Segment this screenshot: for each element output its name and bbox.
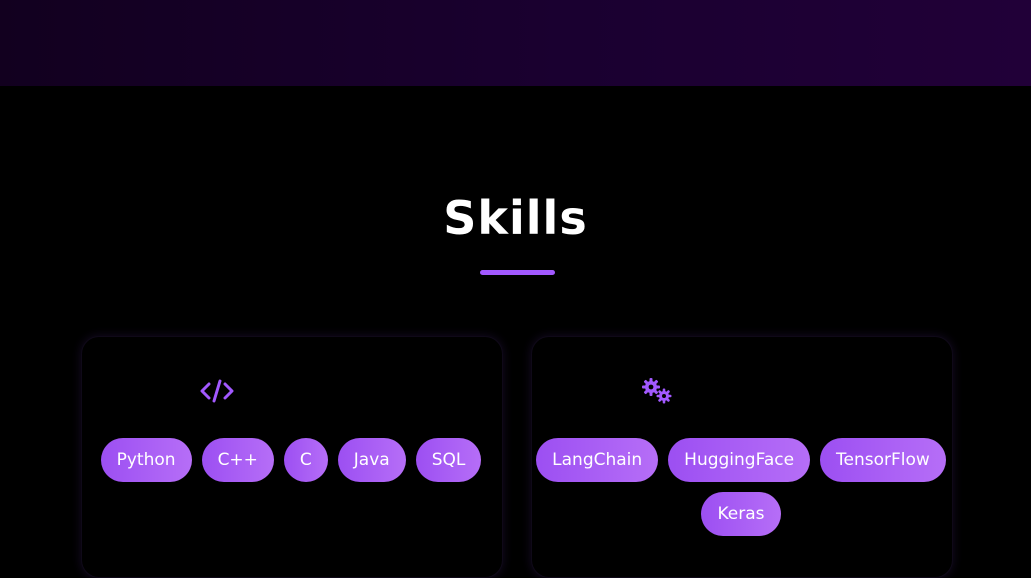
- skill-chip-sql[interactable]: SQL: [415, 438, 482, 482]
- skill-chip-langchain[interactable]: LangChain: [536, 438, 659, 482]
- skill-chip-python[interactable]: Python: [100, 438, 192, 482]
- skill-list-ml: LangChain HuggingFace TensorFlow Keras: [531, 438, 951, 536]
- skill-list-programming: Python C++ C Java SQL: [81, 438, 501, 482]
- skill-chip-java[interactable]: Java: [337, 438, 406, 482]
- title-underline: [480, 270, 555, 275]
- skill-chip-huggingface[interactable]: HuggingFace: [668, 438, 811, 482]
- header-band: [0, 0, 1031, 86]
- section-title: Skills: [443, 191, 588, 245]
- skill-chip-c[interactable]: C: [283, 438, 328, 482]
- code-icon: [200, 376, 234, 410]
- skill-chip-keras[interactable]: Keras: [701, 492, 781, 536]
- skill-chip-cpp[interactable]: C++: [201, 438, 274, 482]
- skill-chip-tensorflow[interactable]: TensorFlow: [820, 438, 946, 482]
- gears-icon: [641, 376, 675, 410]
